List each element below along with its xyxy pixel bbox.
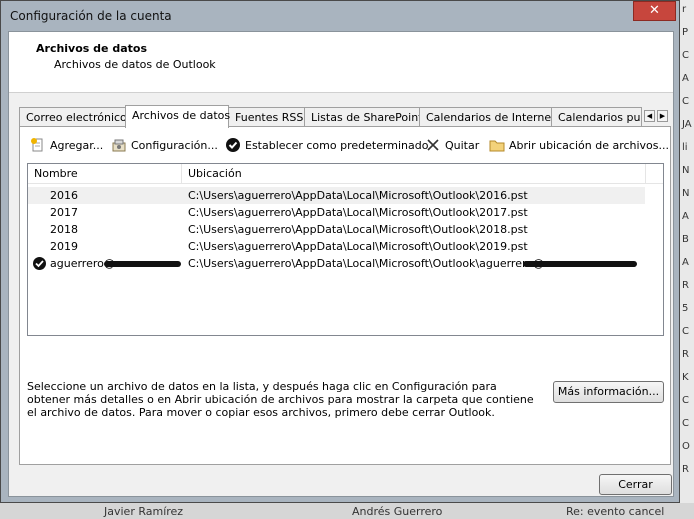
tab-data-files[interactable]: Archivos de datos — [125, 105, 230, 128]
file-name: 2016 — [50, 189, 78, 202]
settings-icon — [111, 137, 127, 153]
help-text: Seleccione un archivo de datos en la lis… — [27, 380, 534, 419]
tab-scroll-right-icon[interactable]: ▶ — [657, 110, 668, 122]
tab-sharepoint-lists[interactable]: Listas de SharePoint — [304, 107, 423, 126]
background-text: O — [682, 441, 690, 452]
list-item[interactable]: 2019 C:\Users\aguerrero\AppData\Local\Mi… — [28, 238, 645, 255]
redaction-mark — [104, 261, 181, 267]
folder-icon — [489, 137, 505, 153]
background-text: A — [682, 73, 689, 84]
background-text: K — [682, 372, 689, 383]
data-files-list[interactable]: Nombre Ubicación 2016 C:\Users\aguerrero… — [27, 163, 664, 336]
background-text: A — [682, 211, 689, 222]
window-title: Configuración de la cuenta — [10, 9, 172, 23]
tab-email[interactable]: Correo electrónico — [19, 107, 127, 126]
file-name: 2018 — [50, 223, 78, 236]
list-item[interactable]: aguerrero@ C:\Users\aguerrero\AppData\Lo… — [28, 255, 645, 272]
background-outlook-bottom: Javier Ramírez Andrés Guerrero Re: event… — [0, 503, 694, 519]
more-info-button[interactable]: Más información... — [553, 381, 664, 403]
background-text: A — [682, 257, 689, 268]
close-icon: ✕ — [649, 3, 660, 18]
background-text: 5 — [682, 303, 689, 314]
open-location-button[interactable]: Abrir ubicación de archivos... — [489, 137, 669, 153]
settings-label: Configuración... — [131, 138, 218, 152]
background-text: R — [682, 280, 689, 291]
account-settings-dialog: Configuración de la cuenta ✕ Archivos de… — [0, 0, 680, 503]
dialog-client-area: Archivos de datos Archivos de datos de O… — [8, 31, 674, 497]
background-text: C — [682, 418, 689, 429]
set-default-label: Establecer como predeterminado — [245, 138, 429, 152]
list-header: Nombre Ubicación — [28, 164, 663, 184]
tab-published-calendars[interactable]: Calendarios pul — [551, 107, 642, 126]
set-default-button[interactable]: Establecer como predeterminado — [225, 137, 428, 153]
section-subtitle: Archivos de datos de Outlook — [54, 58, 216, 71]
tab-scroll-left-icon[interactable]: ◀ — [644, 110, 655, 122]
tab-rss-feeds[interactable]: Fuentes RSS — [228, 107, 305, 126]
background-text: N — [682, 165, 690, 176]
background-text: R — [682, 464, 689, 475]
list-item[interactable]: 2017 C:\Users\aguerrero\AppData\Local\Mi… — [28, 204, 645, 221]
background-text: N — [682, 188, 690, 199]
background-sender: Andrés Guerrero — [352, 505, 443, 518]
column-divider[interactable] — [645, 164, 646, 183]
title-bar[interactable]: Configuración de la cuenta ✕ — [1, 1, 681, 31]
file-name: 2017 — [50, 206, 78, 219]
add-label: Agregar... — [50, 138, 104, 152]
file-location: C:\Users\aguerrero\AppData\Local\Microso… — [188, 223, 528, 236]
tab-internet-calendars[interactable]: Calendarios de Internet — [419, 107, 555, 126]
file-location: C:\Users\aguerrero\AppData\Local\Microso… — [188, 240, 528, 253]
background-text: JA — [682, 119, 692, 130]
background-text: B — [682, 234, 689, 245]
background-text: r — [682, 4, 687, 15]
remove-icon — [425, 137, 441, 153]
background-text: C — [682, 96, 689, 107]
background-text: C — [682, 50, 689, 61]
header-panel: Archivos de datos Archivos de datos de O… — [9, 32, 673, 93]
add-file-icon — [30, 137, 46, 153]
remove-button[interactable]: Quitar — [425, 137, 479, 153]
file-name: 2019 — [50, 240, 78, 253]
file-location: C:\Users\aguerrero\AppData\Local\Microso… — [188, 257, 544, 270]
list-item[interactable]: 2016 C:\Users\aguerrero\AppData\Local\Mi… — [28, 187, 645, 204]
section-title: Archivos de datos — [36, 42, 147, 55]
redaction-mark — [523, 261, 637, 267]
background-text: li — [682, 142, 688, 153]
list-item[interactable]: 2018 C:\Users\aguerrero\AppData\Local\Mi… — [28, 221, 645, 238]
background-subject: Re: evento cancel — [566, 505, 665, 518]
column-header-location[interactable]: Ubicación — [188, 167, 242, 180]
open-location-label: Abrir ubicación de archivos... — [509, 138, 670, 152]
add-button[interactable]: Agregar... — [30, 137, 103, 153]
window-close-button[interactable]: ✕ — [633, 1, 676, 21]
background-text: P — [682, 27, 689, 38]
background-text: C — [682, 326, 689, 337]
settings-button[interactable]: Configuración... — [111, 137, 218, 153]
background-outlook-right: r P C A C JA li N N A B A R 5 C R K C C O R — [680, 0, 694, 519]
close-button[interactable]: Cerrar — [599, 474, 672, 495]
background-text: C — [682, 395, 689, 406]
remove-label: Quitar — [445, 138, 480, 152]
column-divider[interactable] — [181, 164, 182, 183]
checkmark-icon — [225, 137, 241, 153]
background-text: R — [682, 349, 689, 360]
file-location: C:\Users\aguerrero\AppData\Local\Microso… — [188, 206, 528, 219]
default-checkmark-icon — [32, 256, 48, 272]
data-files-panel: Agregar... Configuración... Establecer c… — [19, 126, 671, 465]
background-sender: Javier Ramírez — [104, 505, 184, 518]
file-location: C:\Users\aguerrero\AppData\Local\Microso… — [188, 189, 528, 202]
column-header-name[interactable]: Nombre — [34, 167, 78, 180]
